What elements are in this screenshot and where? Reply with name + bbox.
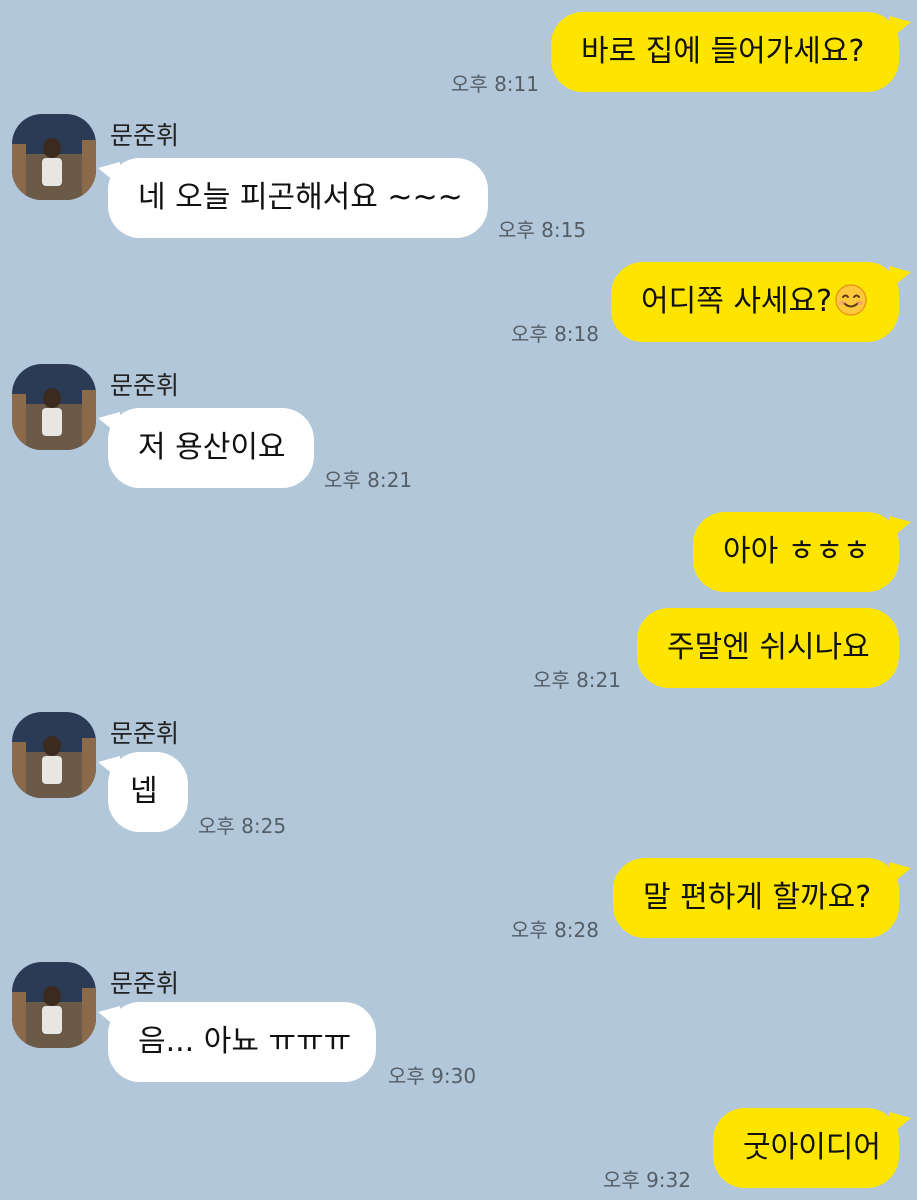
message-text: 어디쪽 사세요? (641, 284, 833, 319)
sender-name: 문준휘 (110, 121, 180, 150)
my-message-bubble[interactable]: 아아 ㅎㅎㅎ (693, 512, 899, 592)
message-text: 말 편하게 할까요? (643, 880, 872, 915)
message-text: 넵 (130, 774, 158, 809)
message-time: 오후 8:18 (510, 322, 599, 346)
message-time: 오후 9:32 (602, 1168, 691, 1192)
message-time: 오후 9:30 (388, 1064, 477, 1088)
message-text: 음... 아뇨 ㅠㅠㅠ (138, 1024, 352, 1059)
message-text: 굿아이디어 (743, 1130, 881, 1165)
sender-name: 문준휘 (110, 719, 180, 748)
sender-name: 문준휘 (110, 969, 180, 998)
sender-name: 문준휘 (110, 371, 180, 400)
message-text: 저 용산이요 (138, 430, 286, 465)
profile-photo-icon (12, 712, 96, 798)
profile-photo-icon (12, 114, 96, 200)
message-time: 오후 8:21 (324, 468, 413, 492)
message-time: 오후 8:25 (198, 814, 287, 838)
avatar[interactable] (12, 364, 96, 450)
message-text: 바로 집에 들어가세요? (581, 34, 865, 69)
profile-photo-icon (12, 364, 96, 450)
profile-photo-icon (12, 962, 96, 1048)
message-time: 오후 8:28 (510, 918, 599, 942)
message-text: 아아 ㅎㅎㅎ (723, 534, 871, 569)
their-message-bubble[interactable]: 저 용산이요 (108, 408, 314, 488)
avatar[interactable] (12, 962, 96, 1048)
message-text: 네 오늘 피곤해서요 ~~~ (138, 180, 463, 215)
their-message-bubble[interactable]: 음... 아뇨 ㅠㅠㅠ (108, 1002, 376, 1082)
my-message-bubble[interactable]: 말 편하게 할까요? (613, 858, 899, 938)
my-message-bubble[interactable]: 바로 집에 들어가세요? (551, 12, 899, 92)
message-text: 주말엔 쉬시나요 (667, 630, 870, 665)
avatar[interactable] (12, 712, 96, 798)
avatar[interactable] (12, 114, 96, 200)
message-time: 오후 8:15 (498, 218, 587, 242)
smiling-face-emoji-icon (835, 283, 867, 316)
their-message-bubble[interactable]: 넵 (108, 752, 188, 832)
my-message-bubble[interactable]: 주말엔 쉬시나요 (637, 608, 899, 688)
message-time: 오후 8:11 (450, 72, 539, 96)
my-message-bubble[interactable]: 굿아이디어 (713, 1108, 899, 1188)
message-time: 오후 8:21 (532, 668, 621, 692)
my-message-bubble[interactable]: 어디쪽 사세요? (611, 262, 899, 342)
their-message-bubble[interactable]: 네 오늘 피곤해서요 ~~~ (108, 158, 488, 238)
